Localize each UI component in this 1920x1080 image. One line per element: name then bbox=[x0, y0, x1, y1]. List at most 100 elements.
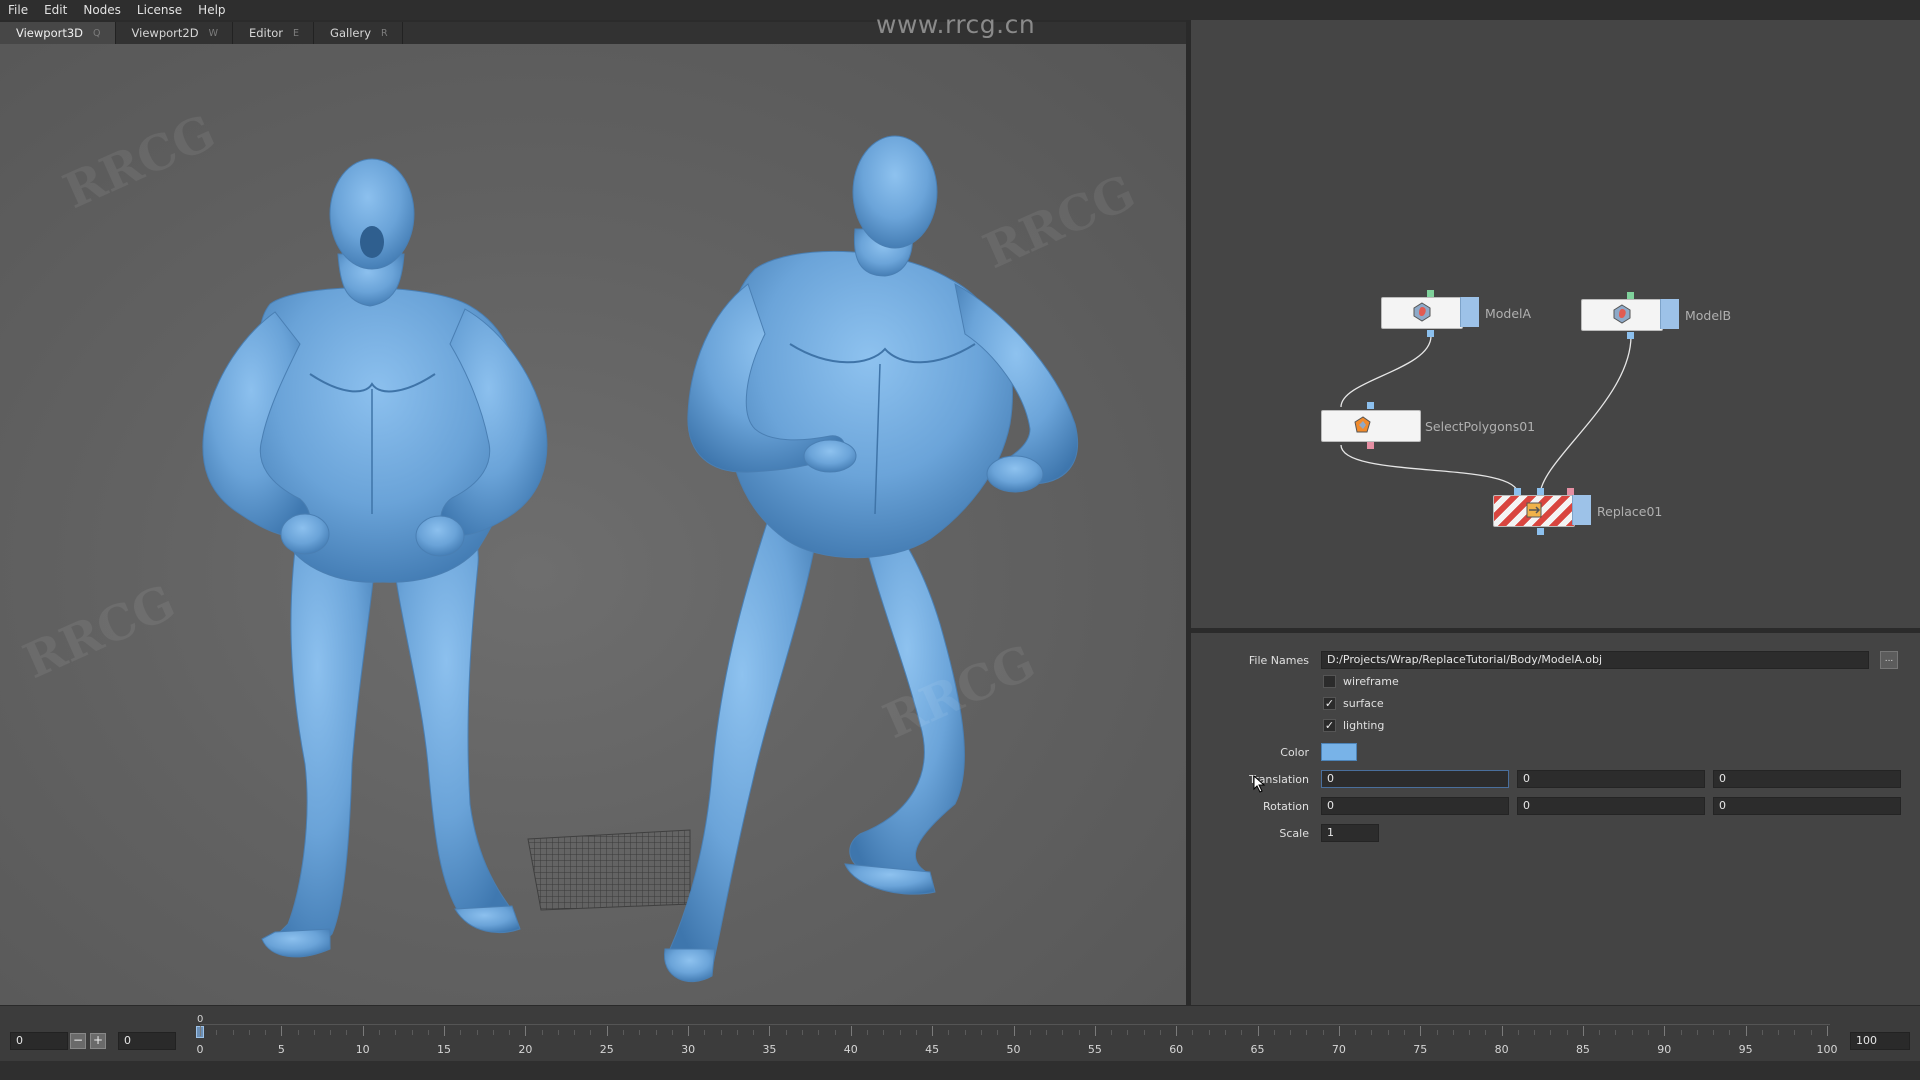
timeline-minor-tick bbox=[476, 1030, 478, 1035]
input-port[interactable] bbox=[1427, 290, 1434, 297]
frame-increment-button[interactable]: + bbox=[90, 1033, 106, 1049]
timeline-tick-label: 25 bbox=[599, 1043, 614, 1056]
tab-gallery[interactable]: Gallery R bbox=[314, 22, 403, 44]
timeline-minor-tick bbox=[1143, 1030, 1145, 1035]
timeline-minor-tick bbox=[1615, 1030, 1617, 1035]
start-frame-field[interactable]: 0 bbox=[10, 1032, 68, 1050]
wireframe-checkbox[interactable] bbox=[1323, 675, 1336, 688]
timeline-tick-label: 40 bbox=[843, 1043, 858, 1056]
replace-icon bbox=[1526, 502, 1542, 518]
timeline-major-tick bbox=[1420, 1026, 1422, 1036]
timeline-minor-tick bbox=[1469, 1030, 1471, 1035]
rotation-x-field[interactable]: 0 bbox=[1321, 797, 1509, 815]
timeline-minor-tick bbox=[330, 1030, 332, 1035]
file-names-field[interactable]: D:/Projects/Wrap/ReplaceTutorial/Body/Mo… bbox=[1321, 651, 1869, 669]
timeline-tick-label: 55 bbox=[1087, 1043, 1102, 1056]
rotation-y-field[interactable]: 0 bbox=[1517, 797, 1705, 815]
viewport-3d[interactable]: RRCG RRCG RRCG RRCG bbox=[0, 44, 1186, 1005]
node-label-modela: ModelA bbox=[1485, 306, 1532, 321]
timeline-minor-tick bbox=[216, 1030, 218, 1035]
output-port[interactable] bbox=[1537, 528, 1544, 535]
node-cap bbox=[1660, 299, 1679, 329]
connection-modela-select bbox=[1340, 335, 1432, 408]
menu-nodes[interactable]: Nodes bbox=[75, 0, 129, 20]
timeline-major-tick bbox=[525, 1026, 527, 1036]
timeline-minor-tick bbox=[964, 1030, 966, 1035]
model-b-mesh bbox=[664, 135, 1079, 983]
timeline-major-tick bbox=[1013, 1026, 1015, 1036]
timeline-minor-tick bbox=[265, 1030, 267, 1035]
menu-file[interactable]: File bbox=[0, 0, 36, 20]
menu-help[interactable]: Help bbox=[190, 0, 233, 20]
node-modela[interactable] bbox=[1381, 297, 1479, 329]
node-selectpolygons01[interactable] bbox=[1321, 410, 1421, 442]
timeline-minor-tick bbox=[785, 1030, 787, 1035]
connection-select-replace bbox=[1340, 444, 1519, 496]
timeline-tick-label: 60 bbox=[1169, 1043, 1184, 1056]
translation-z-field[interactable]: 0 bbox=[1713, 770, 1901, 788]
current-frame-field[interactable]: 0 bbox=[118, 1032, 176, 1050]
timeline-major-tick bbox=[606, 1026, 608, 1036]
output-port[interactable] bbox=[1627, 332, 1634, 339]
timeline-minor-tick bbox=[313, 1030, 315, 1035]
timeline-tick-label: 20 bbox=[518, 1043, 533, 1056]
max-frame-field[interactable]: 100 bbox=[1850, 1032, 1910, 1050]
node-graph[interactable]: ModelA ModelB SelectPolygons01 Replace01 bbox=[1191, 20, 1920, 628]
timeline-minor-tick bbox=[557, 1030, 559, 1035]
surface-checkbox[interactable]: ✓ bbox=[1323, 697, 1336, 710]
status-bar bbox=[0, 1061, 1920, 1080]
timeline-minor-tick bbox=[378, 1030, 380, 1035]
input-port[interactable] bbox=[1537, 488, 1544, 495]
timeline-tick-label: 5 bbox=[277, 1043, 285, 1056]
timeline-minor-tick bbox=[411, 1030, 413, 1035]
tab-viewport2d[interactable]: Viewport2D W bbox=[115, 22, 233, 44]
timeline-minor-tick bbox=[1111, 1030, 1113, 1035]
translation-y-field[interactable]: 0 bbox=[1517, 770, 1705, 788]
input-port[interactable] bbox=[1514, 488, 1521, 495]
timeline-minor-tick bbox=[883, 1030, 885, 1035]
menu-license[interactable]: License bbox=[129, 0, 190, 20]
color-swatch[interactable] bbox=[1321, 743, 1357, 761]
tab-shortcut: W bbox=[208, 27, 218, 39]
node-cap bbox=[1460, 297, 1479, 327]
timeline-minor-tick bbox=[590, 1030, 592, 1035]
timeline-minor-tick bbox=[980, 1030, 982, 1035]
lighting-checkbox[interactable]: ✓ bbox=[1323, 719, 1336, 732]
tab-shortcut: E bbox=[293, 27, 300, 39]
timeline-minor-tick bbox=[1403, 1030, 1405, 1035]
scale-field[interactable]: 1 bbox=[1321, 824, 1379, 842]
input-port[interactable] bbox=[1367, 402, 1374, 409]
node-modelb[interactable] bbox=[1581, 299, 1679, 331]
model-a-mesh bbox=[202, 158, 548, 958]
timeline-tick-label: 70 bbox=[1331, 1043, 1346, 1056]
input-port[interactable] bbox=[1567, 488, 1574, 495]
timeline-minor-tick bbox=[1550, 1030, 1552, 1035]
timeline-minor-tick bbox=[492, 1030, 494, 1035]
input-port[interactable] bbox=[1627, 292, 1634, 299]
node-replace01[interactable] bbox=[1493, 495, 1591, 527]
timeline-minor-tick bbox=[248, 1030, 250, 1035]
timeline-minor-tick bbox=[948, 1030, 950, 1035]
tab-shortcut: Q bbox=[93, 27, 101, 39]
timeline-major-tick bbox=[1827, 1026, 1828, 1036]
viewport-scene bbox=[202, 135, 1079, 983]
output-port[interactable] bbox=[1367, 442, 1374, 449]
ground-grid bbox=[527, 829, 691, 911]
watermark-url: www.rrcg.cn bbox=[876, 10, 1036, 39]
tab-label: Gallery bbox=[330, 26, 372, 40]
timeline-major-tick bbox=[362, 1026, 364, 1036]
rotation-label: Rotation bbox=[1262, 800, 1309, 813]
output-port[interactable] bbox=[1427, 330, 1434, 337]
timeline-major-tick bbox=[1094, 1026, 1096, 1036]
timeline-minor-tick bbox=[1273, 1030, 1275, 1035]
timeline-minor-tick bbox=[1680, 1030, 1682, 1035]
tab-editor[interactable]: Editor E bbox=[232, 22, 315, 44]
timeline-major-tick bbox=[1257, 1026, 1259, 1036]
rotation-z-field[interactable]: 0 bbox=[1713, 797, 1901, 815]
browse-button[interactable]: ... bbox=[1880, 651, 1898, 669]
translation-x-field[interactable]: 0 bbox=[1321, 770, 1509, 788]
menu-edit[interactable]: Edit bbox=[36, 0, 75, 20]
timeline-minor-tick bbox=[1631, 1030, 1633, 1035]
tab-viewport3d[interactable]: Viewport3D Q bbox=[0, 22, 116, 44]
frame-decrement-button[interactable]: − bbox=[70, 1033, 86, 1049]
